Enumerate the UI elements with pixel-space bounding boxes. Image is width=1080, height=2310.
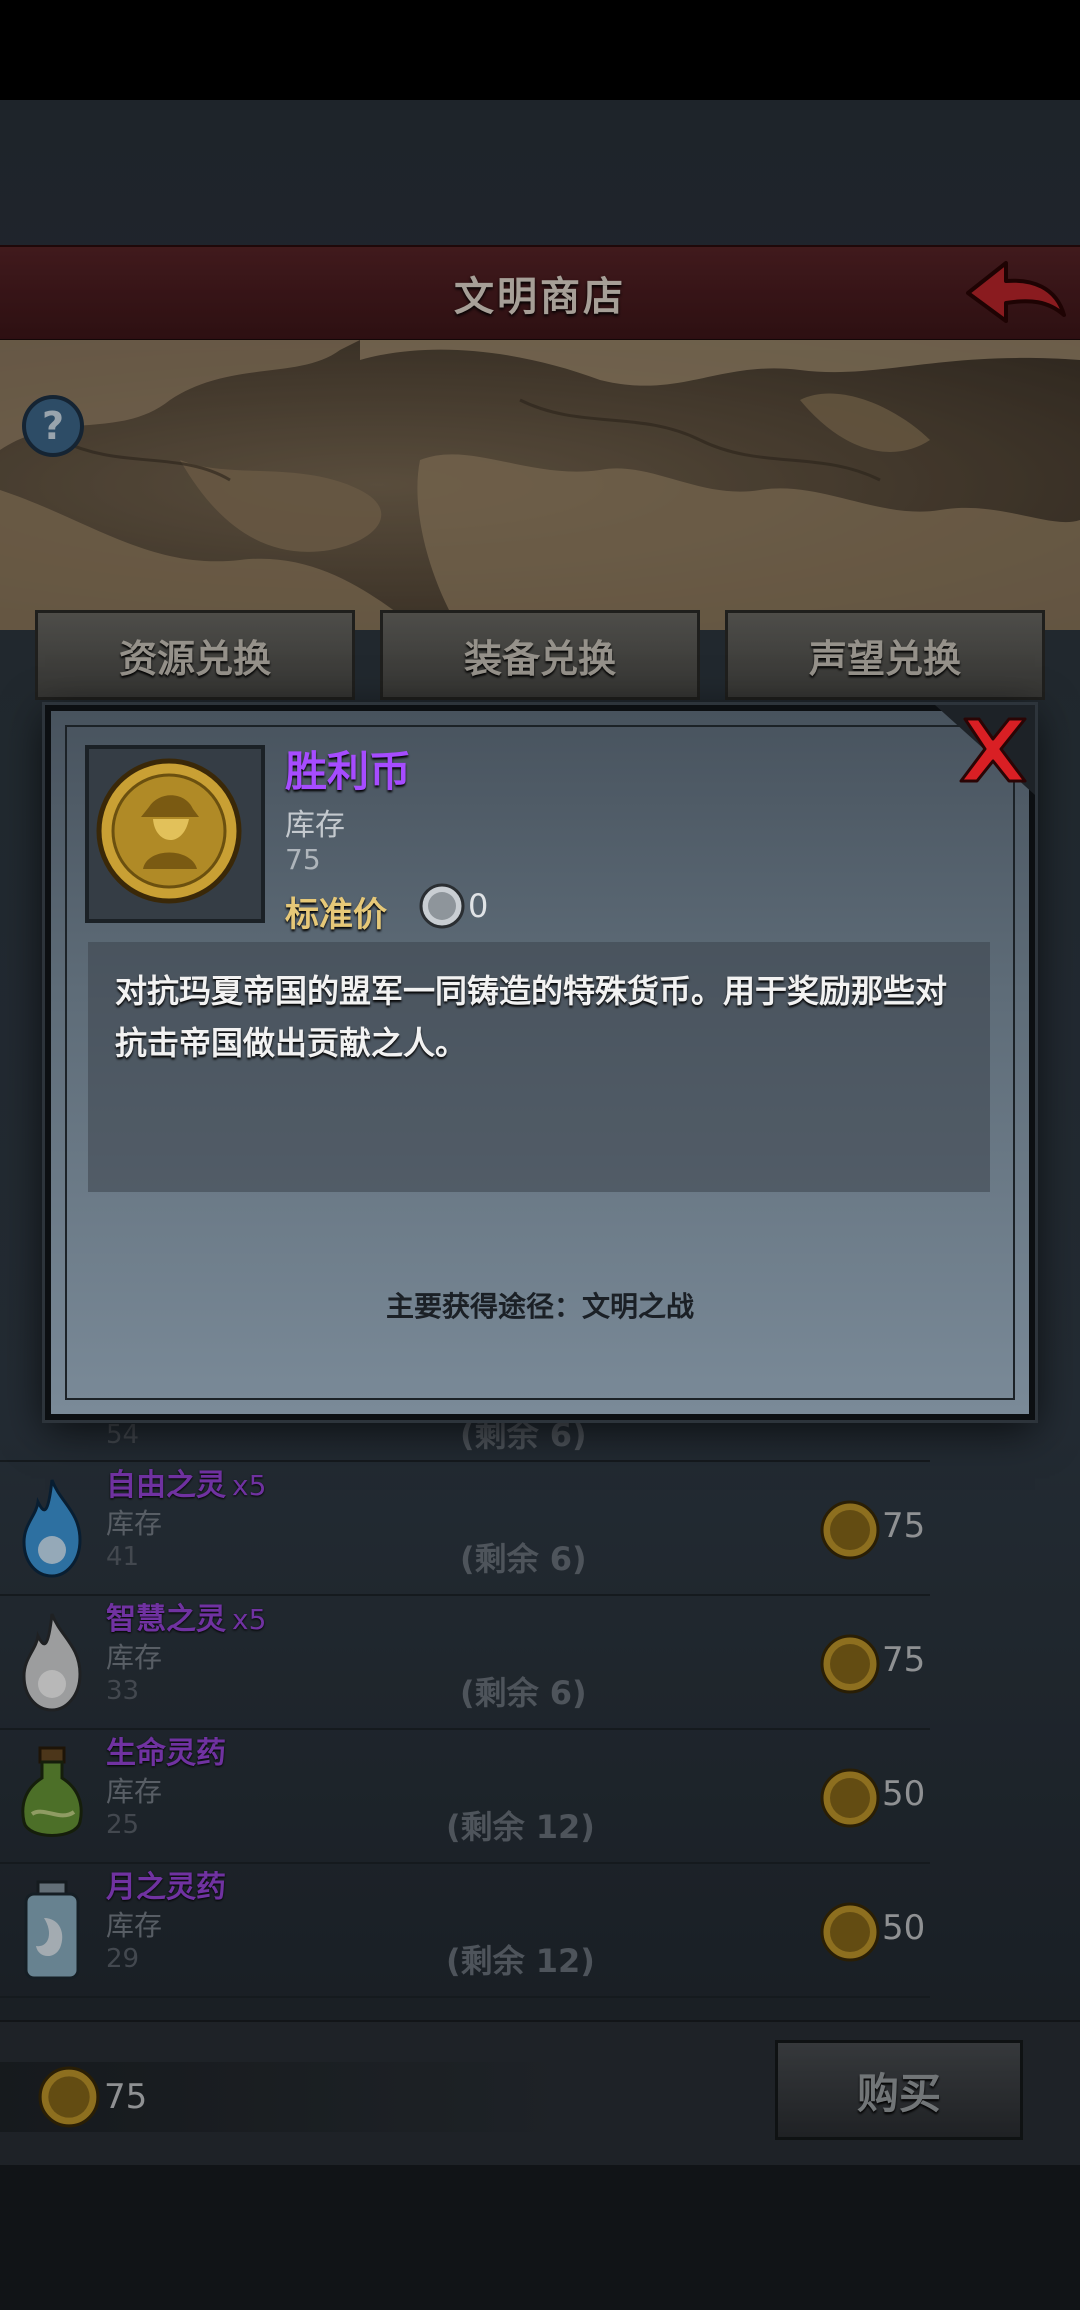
victory-coin-icon (820, 1500, 880, 1560)
row-remaining: (剩余 12) (446, 1808, 595, 1846)
coin-balance: 75 (104, 2077, 148, 2117)
row-price: 75 (882, 1640, 926, 1680)
stock-label: 库存 (285, 808, 345, 843)
row-price: 50 (882, 1908, 926, 1948)
tab-resource-exchange[interactable]: 资源兑换 (35, 610, 355, 700)
buy-label: 购买 (856, 2068, 941, 2118)
row-stock: 29 (106, 1944, 140, 1974)
shop-header: 文明商店 (0, 245, 1080, 342)
row-remaining: (剩余 6) (460, 1540, 587, 1578)
row-stock-label: 库存 (106, 1641, 163, 1674)
item-name: 自由之灵 x5 (106, 1468, 267, 1503)
row-stock-label: 库存 (106, 1507, 163, 1540)
victory-coin-icon (820, 1768, 880, 1828)
item-name: 智慧之灵 x5 (106, 1602, 267, 1637)
back-arrow-icon[interactable] (960, 255, 1070, 335)
victory-coin-icon (820, 1902, 880, 1962)
bottom-spacer (0, 2165, 1080, 2310)
item-name: 胜利币 (285, 747, 412, 796)
page-title: 文明商店 (454, 274, 626, 320)
world-map (0, 340, 1080, 630)
victory-coin-icon (96, 758, 242, 904)
row-remaining: (剩余 6) (460, 1674, 587, 1712)
green-potion-icon (21, 1746, 83, 1837)
tab-equipment-exchange[interactable]: 装备兑换 (380, 610, 700, 700)
list-item[interactable]: 月之灵药 库存 29 (剩余 12) 50 (0, 1864, 930, 1998)
victory-coin-icon (38, 2066, 100, 2128)
list-item[interactable]: 智慧之灵 x5 库存 33 (剩余 6) 75 (0, 1596, 930, 1730)
tab-label: 装备兑换 (463, 636, 616, 681)
row-stock-label: 库存 (106, 1775, 163, 1808)
item-name: 月之灵药 (106, 1870, 226, 1905)
stock-value: 75 (285, 843, 321, 876)
victory-coin-icon (820, 1634, 880, 1694)
row-stock: 33 (106, 1676, 140, 1706)
row-stock: 25 (106, 1810, 140, 1840)
row-stock: 41 (106, 1542, 140, 1572)
standard-price-value: 0 (468, 887, 489, 925)
standard-price-label: 标准价 (285, 895, 387, 935)
white-flame-icon (22, 1613, 82, 1712)
item-description: 对抗玛夏帝国的盟军一同铸造的特殊货币。用于奖励那些对抗击帝国做出贡献之人。 (115, 972, 948, 1062)
tab-label: 声望兑换 (808, 636, 961, 681)
row-remaining: (剩余 12) (446, 1942, 595, 1980)
item-name: 生命灵药 (106, 1736, 226, 1771)
buy-button[interactable]: 购买 (775, 2040, 1023, 2140)
close-x-icon[interactable] (935, 705, 1035, 795)
list-item[interactable]: 自由之灵 x5 库存 41 (剩余 6) 75 (0, 1462, 930, 1596)
tab-label: 资源兑换 (118, 636, 271, 681)
silver-coin-icon (419, 883, 465, 929)
row-price: 50 (882, 1774, 926, 1814)
tab-reputation-exchange[interactable]: 声望兑换 (725, 610, 1045, 700)
list-item[interactable]: 生命灵药 库存 25 (剩余 12) 50 (0, 1730, 930, 1864)
row-stock: 54 (106, 1420, 140, 1450)
moon-potion-icon (24, 1880, 80, 1980)
acquisition-source: 主要获得途径：文明之战 (385, 1290, 694, 1323)
blue-flame-icon (22, 1479, 82, 1578)
help-icon[interactable]: ? (22, 395, 84, 457)
row-stock-label: 库存 (106, 1909, 163, 1942)
row-price: 75 (882, 1506, 926, 1546)
